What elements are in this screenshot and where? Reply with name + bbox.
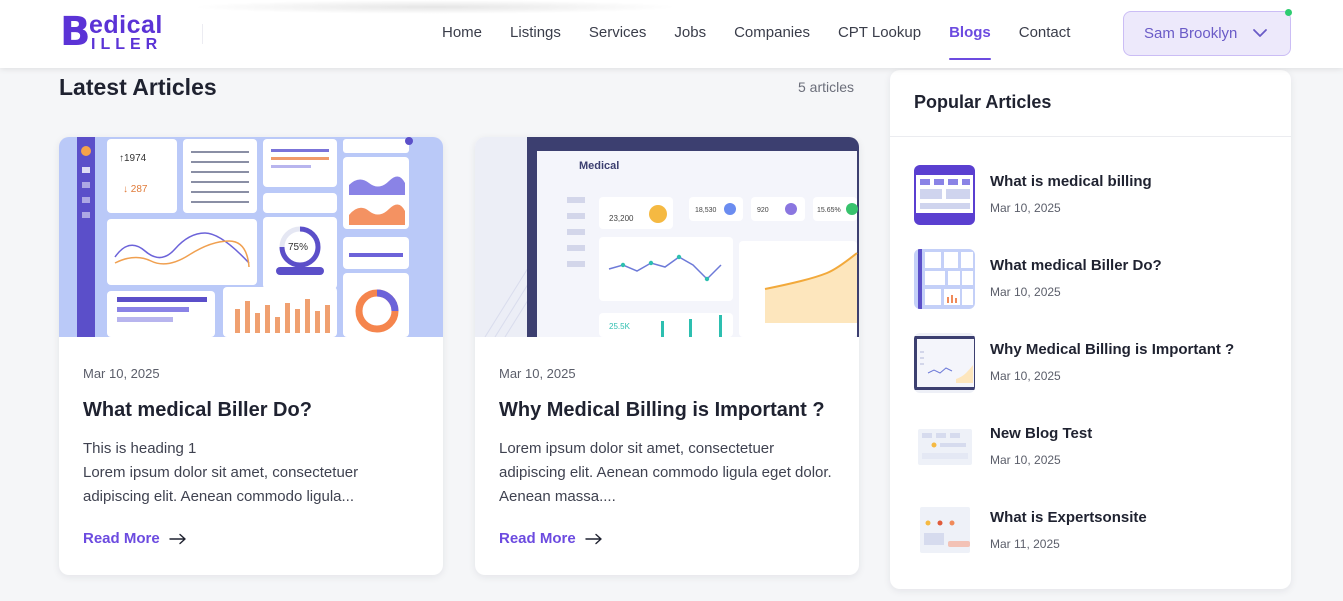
sidebar-title: Popular Articles — [914, 92, 1052, 112]
popular-articles-panel: Popular Articles What is medical billing… — [890, 70, 1291, 589]
logo-line1: edical — [89, 11, 163, 39]
overlay-shadow — [190, 0, 680, 14]
nav-cpt-lookup[interactable]: CPT Lookup — [838, 0, 921, 68]
popular-article-item[interactable]: What is Expertsonsite Mar 11, 2025 — [914, 501, 1274, 561]
nav-companies[interactable]: Companies — [734, 0, 810, 68]
sidebar-divider — [890, 136, 1291, 137]
user-menu-button[interactable]: Sam Brooklyn — [1123, 11, 1291, 56]
laptop-dashboard-illustration: Medical 23,200 18,530 920 15.65% 25.5K — [475, 137, 859, 337]
logo-mark: B — [60, 9, 90, 55]
card-title[interactable]: What medical Biller Do? — [83, 399, 312, 422]
article-thumbnail — [914, 249, 975, 309]
popular-article-title: Why Medical Billing is Important ? — [990, 341, 1235, 358]
article-thumbnail — [914, 165, 975, 225]
article-card[interactable]: ↑1974 ↓ 287 75% Mar 10, 2025 What medica… — [59, 137, 443, 575]
card-excerpt-line: Lorem ipsum dolor sit amet, consectetuer — [499, 440, 775, 457]
arrow-right-icon — [168, 533, 186, 544]
read-more-link[interactable]: Read More — [83, 530, 187, 547]
page-title: Latest Articles — [59, 74, 217, 100]
popular-article-title: What medical Biller Do? — [990, 257, 1162, 274]
read-more-link[interactable]: Read More — [499, 530, 603, 547]
card-date: Mar 10, 2025 — [499, 366, 576, 381]
image-stat: 25.5K — [609, 322, 631, 331]
card-excerpt-line: Lorem ipsum dolor sit amet, consectetuer — [83, 464, 359, 481]
image-stat: 18,530 — [695, 207, 717, 214]
nav-contact[interactable]: Contact — [1019, 0, 1071, 68]
popular-article-date: Mar 11, 2025 — [990, 537, 1060, 551]
header-divider — [202, 24, 203, 44]
svg-text:75%: 75% — [288, 242, 308, 253]
popular-article-date: Mar 10, 2025 — [990, 285, 1061, 299]
card-title[interactable]: Why Medical Billing is Important ? — [499, 399, 825, 422]
popular-article-item[interactable]: What is medical billing Mar 10, 2025 — [914, 165, 1274, 225]
arrow-right-icon — [584, 533, 602, 544]
article-thumbnail — [914, 333, 975, 393]
article-count: 5 articles — [798, 79, 855, 95]
popular-article-date: Mar 10, 2025 — [990, 201, 1061, 215]
nav-blogs[interactable]: Blogs — [949, 0, 991, 68]
article-thumbnail — [914, 501, 975, 561]
card-excerpt-line: adipiscing elit. Aenean commodo ligula..… — [83, 488, 354, 505]
article-card[interactable]: Medical 23,200 18,530 920 15.65% 25.5K M… — [475, 137, 859, 575]
card-excerpt: Lorem ipsum dolor sit amet, consectetuer… — [499, 437, 844, 509]
read-more-label: Read More — [499, 530, 576, 547]
svg-text:↑1974: ↑1974 — [119, 153, 147, 164]
card-excerpt-line: This is heading 1 — [83, 440, 197, 457]
site-logo[interactable]: B edical ILLER — [60, 12, 180, 54]
user-name: Sam Brooklyn — [1144, 25, 1238, 42]
card-excerpt-line: Aenean massa.... — [499, 488, 616, 505]
popular-article-title: What is medical billing — [990, 173, 1152, 190]
popular-article-date: Mar 10, 2025 — [990, 453, 1061, 467]
card-excerpt-line: adipiscing elit. Aenean commodo ligula e… — [499, 464, 832, 481]
popular-article-item[interactable]: Why Medical Billing is Important ? Mar 1… — [914, 333, 1274, 393]
chevron-down-icon — [1253, 29, 1267, 37]
image-stat: 23,200 — [609, 214, 634, 223]
popular-article-item[interactable]: New Blog Test Mar 10, 2025 — [914, 417, 1274, 477]
online-status-dot — [1285, 9, 1292, 16]
svg-text:↓ 287: ↓ 287 — [123, 184, 148, 195]
logo-line2: ILLER — [91, 36, 163, 53]
dashboard-illustration: ↑1974 ↓ 287 75% — [59, 137, 443, 337]
popular-article-item[interactable]: What medical Biller Do? Mar 10, 2025 — [914, 249, 1274, 309]
card-excerpt: This is heading 1 Lorem ipsum dolor sit … — [83, 437, 428, 509]
popular-article-date: Mar 10, 2025 — [990, 369, 1061, 383]
image-stat: 920 — [757, 207, 769, 214]
read-more-label: Read More — [83, 530, 160, 547]
image-stat: 15.65% — [817, 207, 841, 214]
popular-article-title: New Blog Test — [990, 425, 1093, 442]
popular-article-title: What is Expertsonsite — [990, 509, 1147, 526]
article-thumbnail — [914, 417, 975, 477]
image-logo: Medical — [579, 160, 619, 172]
card-date: Mar 10, 2025 — [83, 366, 160, 381]
